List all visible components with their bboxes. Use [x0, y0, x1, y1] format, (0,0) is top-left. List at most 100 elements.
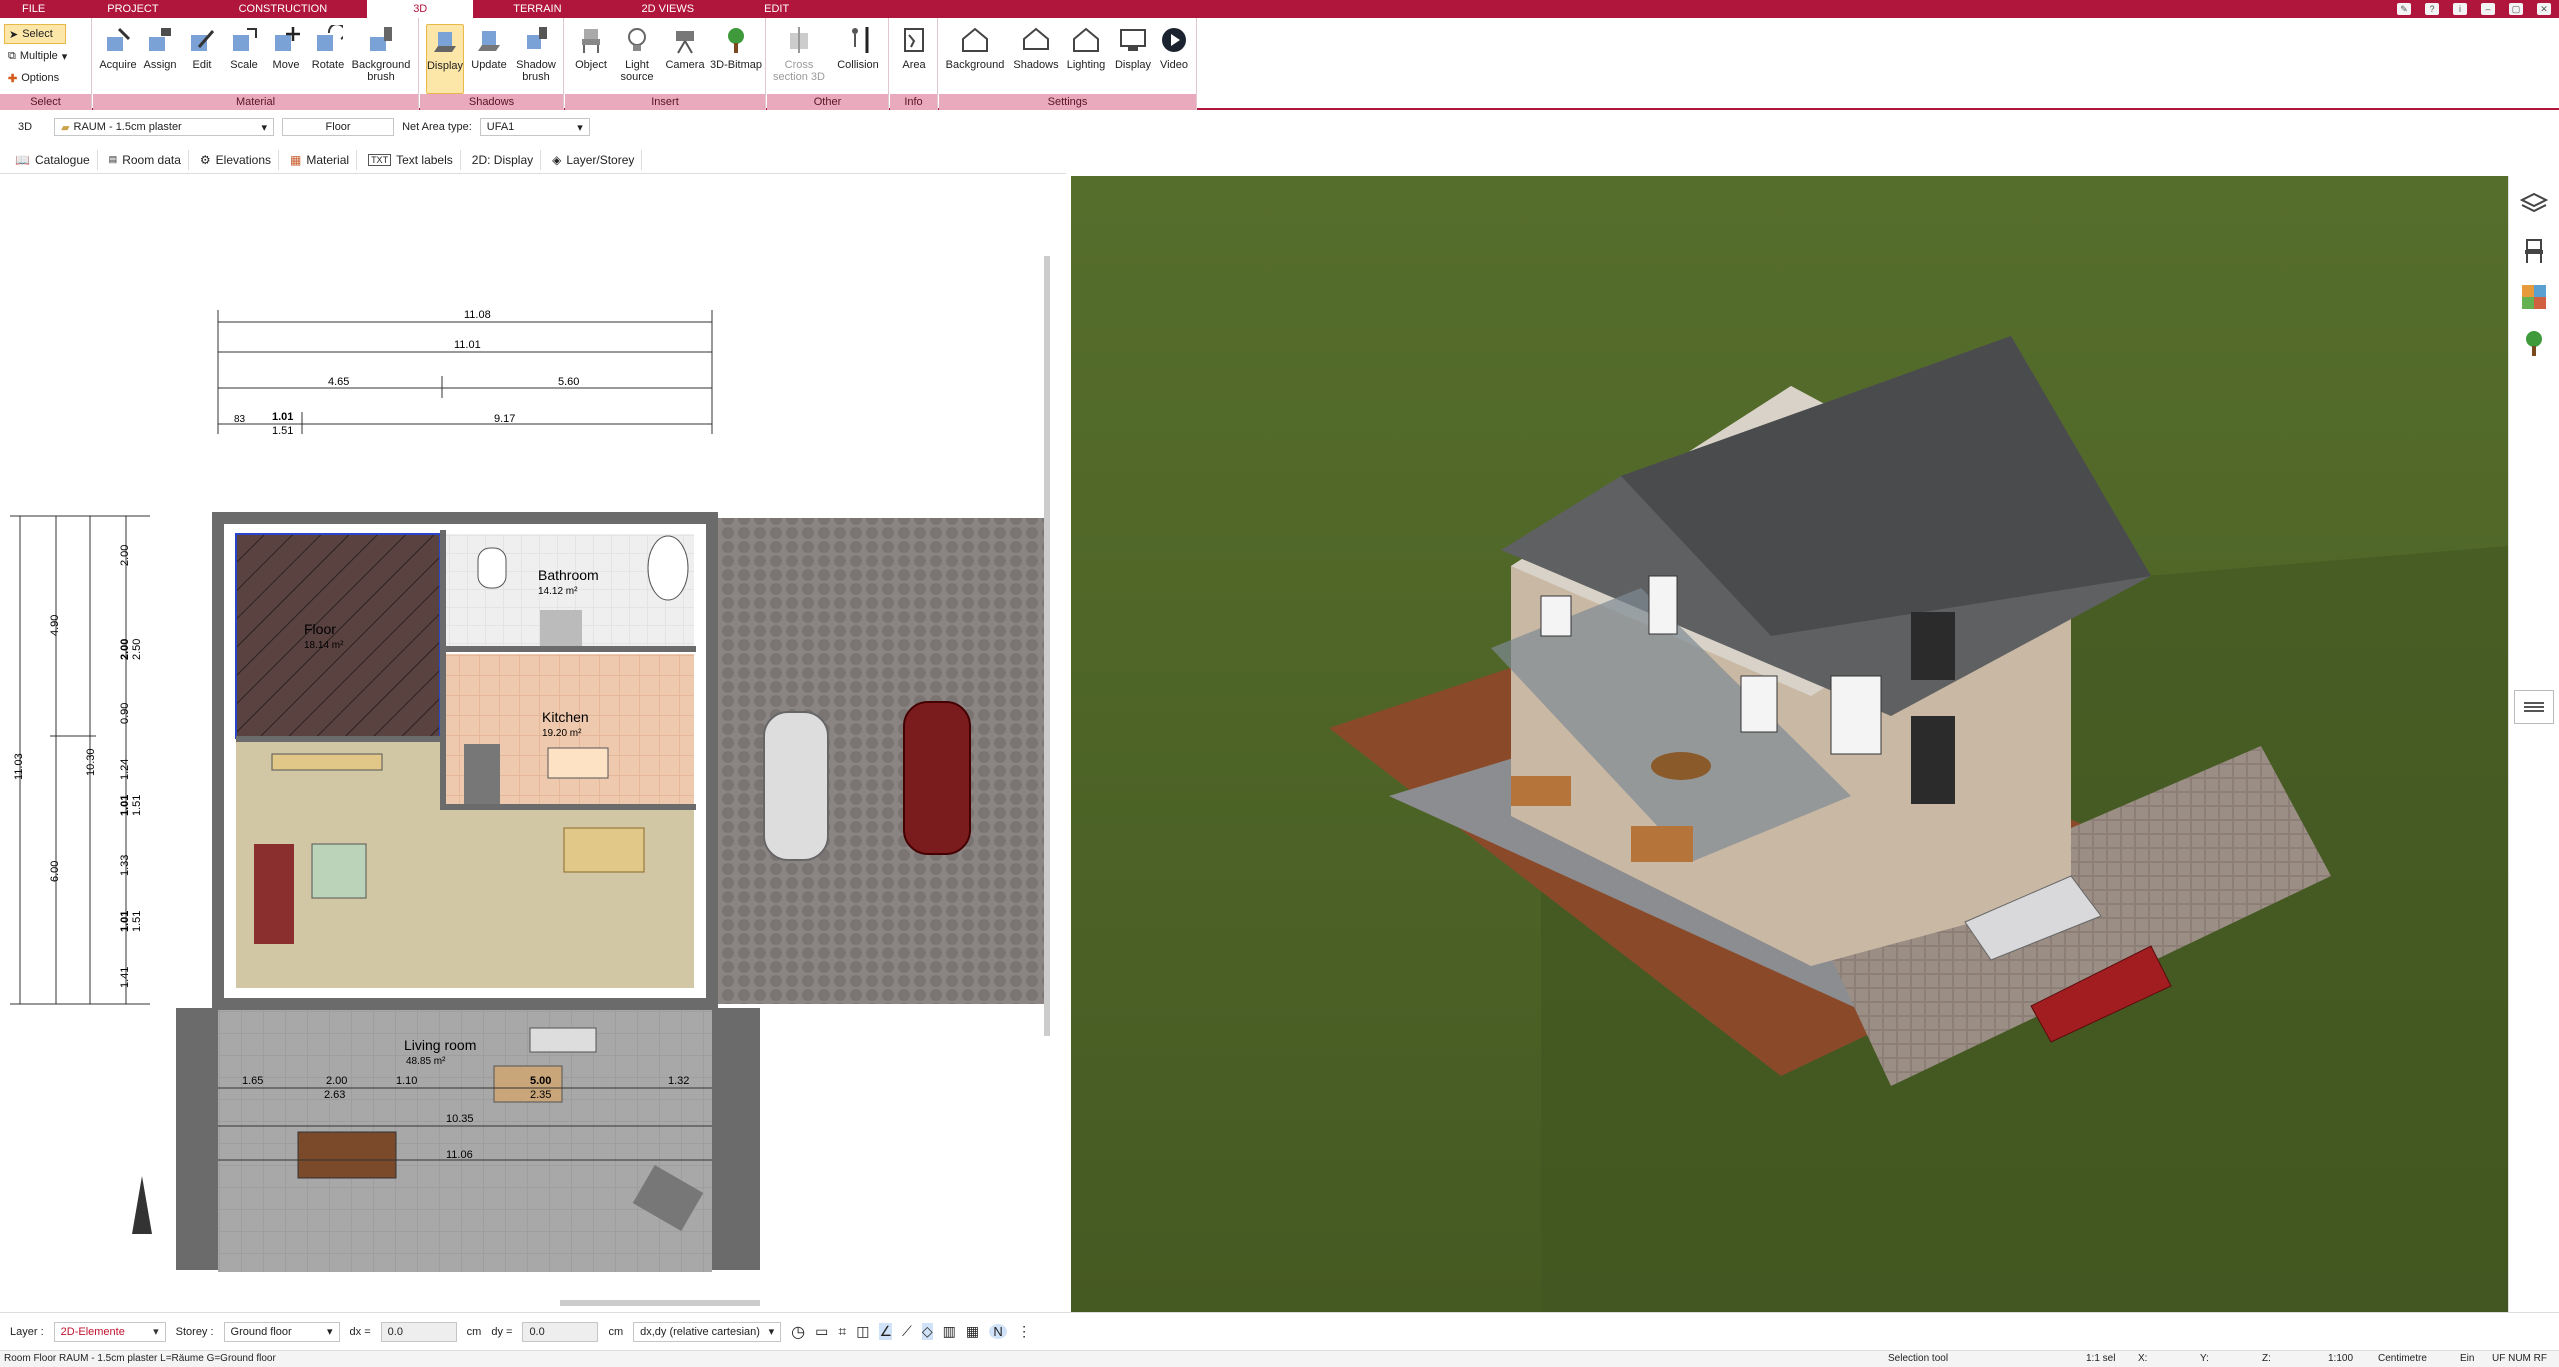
dim-door-height: 1.51 [272, 425, 293, 437]
edit-material-button[interactable]: Edit [183, 24, 221, 94]
panel-collapse-icon[interactable] [2514, 690, 2554, 724]
dx-input[interactable]: 0.0 [380, 1321, 457, 1342]
car-red-topview[interactable] [903, 701, 971, 855]
close-icon[interactable]: ✕ [2537, 3, 2551, 15]
cross-section-3d-button[interactable]: Cross section 3D [771, 24, 827, 94]
floor-plan-canvas[interactable]: 11.08 11.01 4.65 5.60 1.01 1.51 9.17 83 … [0, 176, 1066, 1312]
multiple-icon: ⧉ [8, 49, 16, 62]
3d-view[interactable] [1071, 176, 2508, 1312]
rotate-button[interactable]: Rotate [309, 24, 347, 94]
hallway-floor[interactable] [236, 742, 440, 810]
ortho-icon[interactable]: ◇ [921, 1323, 933, 1340]
floor-plan-view[interactable]: 11.08 11.01 4.65 5.60 1.01 1.51 9.17 83 … [0, 176, 1066, 1312]
room-name-field[interactable]: Floor [282, 118, 395, 136]
dy-label: dy = [491, 1325, 513, 1338]
tab-construction[interactable]: CONSTRUCTION [199, 0, 368, 18]
material-palette-icon[interactable] [2517, 280, 2551, 314]
options-button[interactable]: ✚ Options [4, 68, 84, 88]
chair-catalogue-icon[interactable] [2517, 234, 2551, 268]
room-floor[interactable] [235, 533, 441, 739]
acquire-button[interactable]: Acquire [99, 24, 137, 94]
2d-display-button[interactable]: 2D: Display [465, 149, 542, 170]
car-white-topview[interactable] [763, 711, 829, 861]
dim-left-15: 1.24 [119, 759, 131, 780]
assign-button[interactable]: Assign [141, 24, 179, 94]
light-source-button[interactable]: Light source [615, 24, 659, 94]
kitchen-table[interactable] [547, 747, 609, 779]
tab-edit[interactable]: EDIT [734, 0, 819, 18]
bathroom-cabinet[interactable] [540, 610, 582, 646]
dy-input[interactable]: 0.0 [522, 1321, 599, 1342]
tab-terrain[interactable]: TERRAIN [473, 0, 601, 18]
coffee-table[interactable] [493, 1065, 563, 1103]
kitchen-counter[interactable] [464, 744, 500, 804]
north-icon[interactable]: N [989, 1324, 1008, 1339]
dining-table[interactable] [563, 827, 645, 873]
plan-horizontal-scrollbar[interactable] [560, 1300, 760, 1306]
chair-icon [575, 24, 607, 56]
background-settings-button[interactable]: Background [943, 24, 1007, 94]
text-labels-button[interactable]: TXT Text labels [361, 149, 461, 170]
room-data-button[interactable]: ▤ Room data [102, 149, 189, 170]
screen-icon[interactable]: ▭ [815, 1323, 828, 1340]
display-settings-button[interactable]: Display [1111, 24, 1155, 94]
help-icon[interactable]: ? [2425, 3, 2439, 15]
net-area-dropdown[interactable]: UFA1 ▾ [479, 118, 590, 136]
outdoor-sofa[interactable] [529, 1027, 597, 1053]
shadows-settings-button[interactable]: Shadows [1011, 24, 1061, 94]
grid-icon[interactable]: ▦ [966, 1323, 979, 1340]
armchair-group[interactable] [311, 843, 367, 899]
angle-snap-icon[interactable]: ∠ [879, 1323, 892, 1340]
3d-scene-canvas[interactable] [1071, 176, 2508, 1312]
restore-icon[interactable]: ▢ [2509, 3, 2523, 15]
layer-snap-icon[interactable]: ◫ [856, 1323, 869, 1340]
insert-object-button[interactable]: Object [571, 24, 611, 94]
shadows-display-button[interactable]: Display [426, 24, 464, 94]
catalogue-button[interactable]: 📖 Catalogue [8, 149, 98, 170]
tab-file[interactable]: FILE [0, 0, 67, 18]
layer-dropdown[interactable]: 2D-Elemente ▾ [53, 1321, 166, 1342]
hall-cabinet[interactable] [271, 753, 383, 771]
multiple-button[interactable]: ⧉ Multiple ▾ [4, 46, 84, 66]
terrace-dining-3d[interactable] [1631, 826, 1693, 862]
camera-button[interactable]: Camera [663, 24, 707, 94]
balcony-table-3d[interactable] [1651, 752, 1711, 780]
collision-button[interactable]: Collision [831, 24, 885, 94]
tab-3d[interactable]: 3D [367, 0, 474, 18]
minimize-icon[interactable]: – [2481, 3, 2495, 15]
coord-mode-dropdown[interactable]: dx,dy (relative cartesian) ▾ [633, 1321, 782, 1342]
shadow-brush-button[interactable]: Shadow brush [514, 24, 558, 94]
plant-catalogue-icon[interactable] [2517, 326, 2551, 360]
layer-storey-button[interactable]: ◈ Layer/Storey [545, 149, 643, 170]
background-brush-button[interactable]: Background brush [349, 24, 413, 94]
material-button[interactable]: ▦ Material [283, 149, 358, 170]
line-snap-icon[interactable]: ⟋ [902, 1323, 912, 1340]
3d-bitmap-button[interactable]: 3D-Bitmap [709, 24, 763, 94]
select-button[interactable]: ➤ Select [4, 24, 66, 44]
toilet[interactable] [477, 547, 507, 589]
layers-stack-icon[interactable] [2517, 188, 2551, 222]
plan-vertical-scrollbar[interactable] [1044, 256, 1050, 1036]
terrace-table-3d[interactable] [1511, 776, 1571, 806]
tab-2d-views[interactable]: 2D VIEWS [602, 0, 735, 18]
lighting-settings-button[interactable]: Lighting [1063, 24, 1109, 94]
driveway-paving[interactable] [712, 518, 1048, 1004]
bathtub[interactable] [647, 535, 689, 601]
material-dropdown[interactable]: ▰ RAUM - 1.5cm plaster ▾ [54, 118, 275, 136]
move-button[interactable]: Move [267, 24, 305, 94]
storey-dropdown[interactable]: Ground floor ▾ [223, 1321, 340, 1342]
tab-project[interactable]: PROJECT [67, 0, 198, 18]
area-button[interactable]: Area [894, 24, 934, 94]
snap-icon[interactable]: ⌗ [838, 1323, 846, 1340]
hatch-icon[interactable]: ▥ [943, 1323, 956, 1340]
tools-icon[interactable]: ✎ [2397, 3, 2411, 15]
clock-icon[interactable]: ◷ [791, 1322, 805, 1342]
outdoor-dining-table[interactable] [297, 1131, 397, 1179]
info-icon[interactable]: i [2453, 3, 2467, 15]
scale-button[interactable]: Scale [225, 24, 263, 94]
video-button[interactable]: Video [1155, 24, 1193, 94]
more-icon[interactable]: ⋮ [1017, 1323, 1031, 1340]
sofa[interactable] [254, 844, 294, 944]
shadows-update-button[interactable]: Update [470, 24, 508, 94]
elevations-button[interactable]: ⚙ Elevations [193, 149, 280, 170]
